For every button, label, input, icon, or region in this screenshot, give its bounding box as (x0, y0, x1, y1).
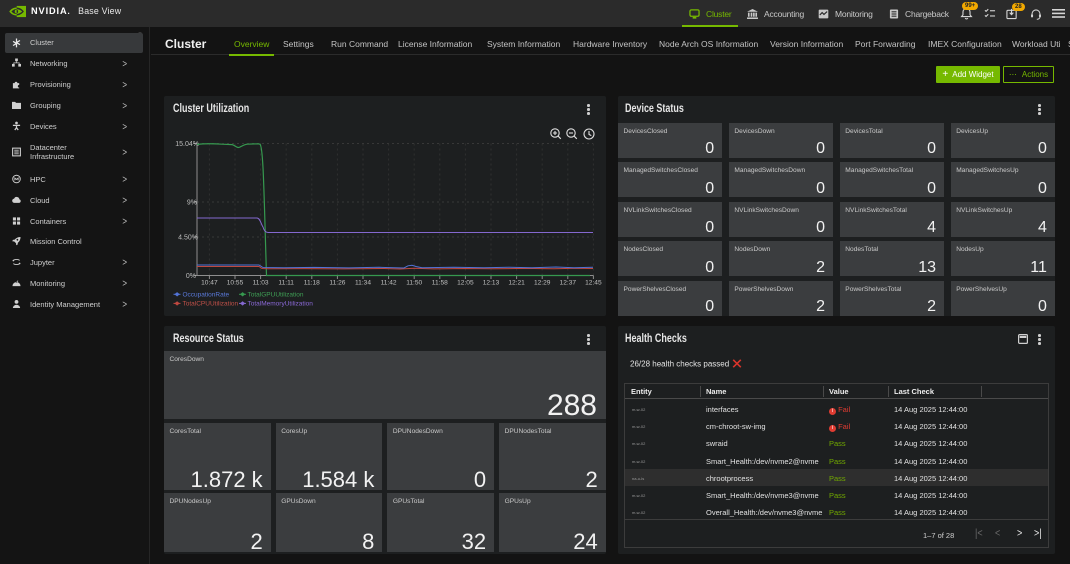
svg-text:4.50%: 4.50% (178, 235, 198, 242)
svg-text:11:11: 11:11 (278, 280, 294, 287)
svg-text:0%: 0% (186, 273, 196, 280)
svg-text:11:26: 11:26 (329, 280, 345, 287)
svg-text:12:13: 12:13 (483, 280, 500, 287)
svg-text:TotalMemoryUtilization: TotalMemoryUtilization (248, 301, 314, 308)
svg-text:11:50: 11:50 (406, 280, 422, 287)
svg-text:12:05: 12:05 (457, 280, 474, 287)
svg-text:10:55: 10:55 (227, 280, 244, 287)
svg-text:11:34: 11:34 (355, 280, 371, 287)
svg-text:10:47: 10:47 (201, 280, 218, 287)
svg-text:11:18: 11:18 (304, 280, 320, 287)
svg-text:11:42: 11:42 (381, 280, 397, 287)
svg-text:12:29: 12:29 (534, 280, 551, 287)
svg-text:11:58: 11:58 (432, 280, 448, 287)
svg-text:9%: 9% (187, 200, 197, 207)
svg-text:12:45: 12:45 (585, 280, 602, 287)
svg-text:TotalGPUUtilization: TotalGPUUtilization (248, 292, 304, 299)
svg-text:TotalCPUUtilization: TotalCPUUtilization (183, 301, 239, 308)
svg-text:OccupationRate: OccupationRate (183, 292, 230, 299)
svg-text:12:21: 12:21 (508, 280, 525, 287)
svg-text:12:37: 12:37 (560, 280, 577, 287)
svg-text:11:03: 11:03 (253, 280, 269, 287)
svg-text:15.04%: 15.04% (175, 141, 199, 148)
